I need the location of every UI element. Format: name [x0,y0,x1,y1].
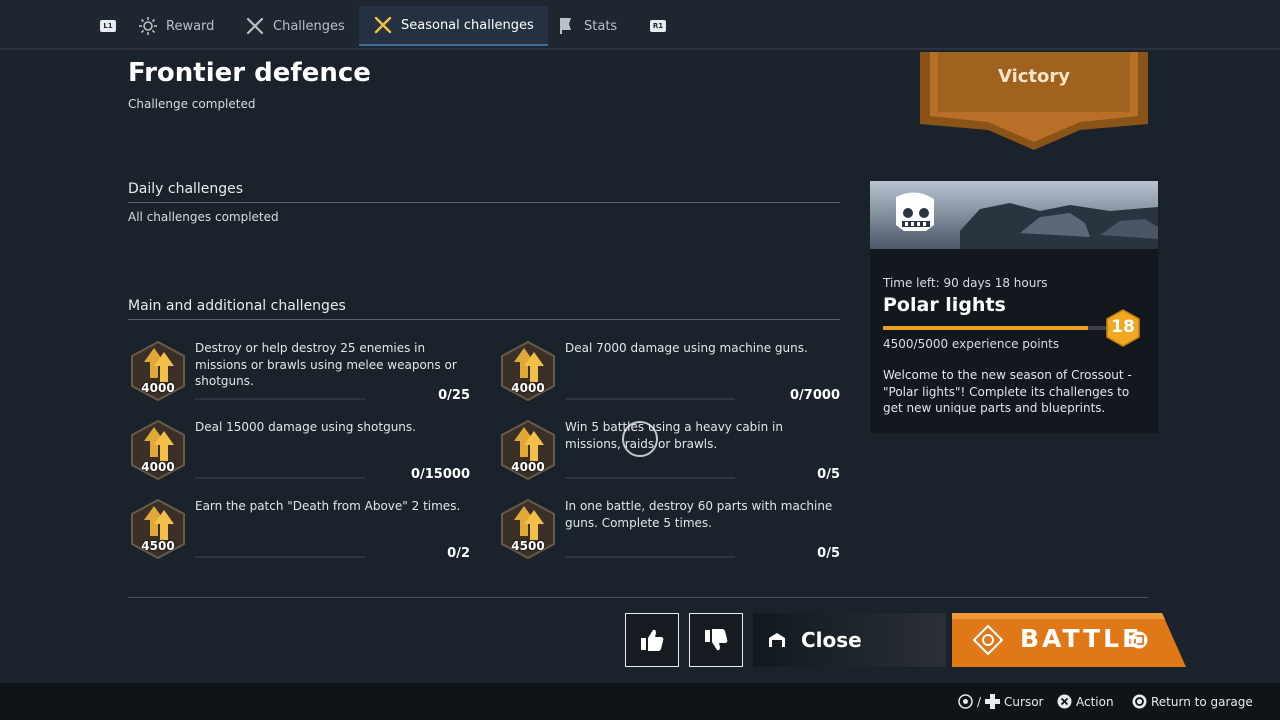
banner-icon [556,16,576,36]
season-banner-image [870,181,1158,249]
xp-text: 4500/5000 experience points [883,337,1060,351]
r1-button-hint: R1 [650,20,666,32]
challenge-progress: 0/2 [447,546,470,561]
challenge-description: In one battle, destroy 60 parts with mac… [565,499,833,530]
thumbs-down-icon [705,629,728,651]
reward-points: 4500 [141,539,175,553]
challenge-progress: 0/25 [438,388,470,403]
thumbs-up-icon [641,629,664,651]
challenge-description: Destroy or help destroy 25 enemies in mi… [195,341,457,388]
progress-track [195,398,365,400]
challenge-description: Deal 15000 damage using shotguns. [195,420,416,434]
challenge-item[interactable]: 4000 Deal 15000 damage using shotguns. 0… [128,419,470,489]
hint-label: Action [1076,694,1114,709]
like-button[interactable] [625,613,679,667]
dpad-icon [985,694,1001,709]
hint-action: Action [1057,694,1114,709]
tab-label: Stats [584,18,618,34]
challenge-description: Deal 7000 damage using machine guns. [565,341,808,355]
reward-points: 4000 [511,460,545,474]
season-name: Polar lights [883,294,1006,316]
tab-challenges[interactable]: Challenges [245,6,345,46]
season-time-left: Time left: 90 days 18 hours [883,276,1048,290]
close-label: Close [801,628,862,652]
main-challenges-heading: Main and additional challenges [128,298,840,320]
left-stick-icon [958,694,973,709]
tab-label: Reward [166,18,215,34]
garage-icon [769,633,785,647]
progress-track [565,398,735,400]
challenge-progress: 0/5 [817,467,840,482]
progress-track [195,477,365,479]
challenge-item[interactable]: 4000 Win 5 battles using a heavy cabin i… [498,419,840,489]
gamepad-cursor [622,421,658,457]
dislike-button[interactable] [689,613,743,667]
tab-label: Challenges [273,18,345,34]
season-skull-emblem [896,192,934,231]
xp-progress-bar [883,326,1111,330]
daily-challenges-heading: Daily challenges [128,181,840,203]
daily-challenges-status: All challenges completed [128,210,279,224]
challenge-description: Earn the patch "Death from Above" 2 time… [195,499,461,513]
challenge-item[interactable]: 4500 In one battle, destroy 60 parts wit… [498,498,840,568]
circle-button-icon [1132,694,1147,709]
progress-track [565,477,735,479]
reward-points: 4000 [141,381,175,395]
hint-label: Cursor [1004,694,1044,709]
tab-stats[interactable]: Stats [556,6,617,46]
tab-reward[interactable]: Reward [138,6,214,46]
tab-seasonal-challenges[interactable]: Seasonal challenges [359,6,548,46]
challenge-progress: 0/5 [817,546,840,561]
victory-label: Victory [997,66,1071,87]
xp-progress-fill [883,326,1089,330]
page-subtitle: Challenge completed [128,97,256,111]
close-button[interactable]: Close [753,613,946,667]
crossed-swords-icon [245,16,265,36]
challenge-item[interactable]: 4500 Earn the patch "Death from Above" 2… [128,498,470,568]
cross-button-icon [1057,694,1072,709]
tab-label: Seasonal challenges [401,17,534,33]
section-divider [128,597,1148,598]
challenge-item[interactable]: 4000 Destroy or help destroy 25 enemies … [128,340,470,410]
battle-label: BATTLE [1020,624,1143,653]
hint-label: Return to garage [1151,694,1253,709]
page-title: Frontier defence [128,58,371,88]
top-tab-bar: L1 Reward Challenges Seasonal challenges… [0,0,1280,50]
progress-track [195,556,365,558]
hint-return-to-garage: Return to garage [1132,694,1253,709]
reward-points: 4500 [511,539,545,553]
season-welcome-text: Welcome to the new season of Crossout - … [883,368,1132,415]
season-card[interactable]: Time left: 90 days 18 hours Polar lights… [870,181,1158,433]
season-level: 18 [1111,317,1135,337]
crossed-swords-icon [373,15,393,35]
challenge-item[interactable]: 4000 Deal 7000 damage using machine guns… [498,340,840,410]
l1-button-hint: L1 [100,20,116,32]
challenge-description: Win 5 battles using a heavy cabin in mis… [565,420,783,451]
reward-points: 4000 [511,381,545,395]
challenge-progress: 0/7000 [790,388,840,403]
progress-track [565,556,735,558]
sun-icon [138,16,158,36]
challenge-progress: 0/15000 [410,467,470,482]
reward-points: 4000 [141,460,175,474]
hint-cursor: / Cursor [958,694,1044,709]
